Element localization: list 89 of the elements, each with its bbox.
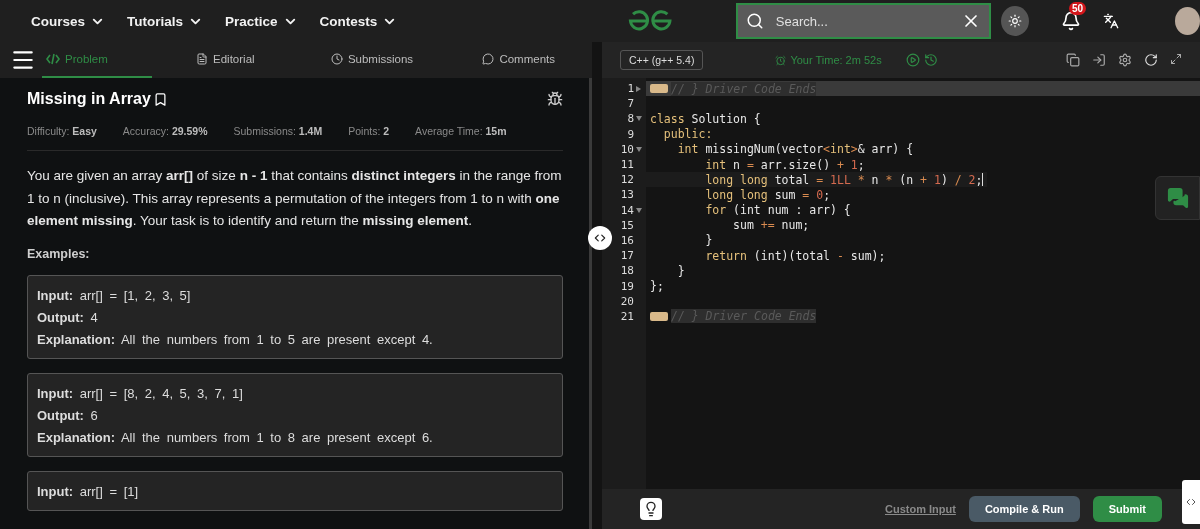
code-line: int n = arr.size() + 1; [704, 156, 866, 173]
login-icon[interactable] [1092, 53, 1106, 67]
chat-icon [1166, 187, 1189, 209]
line-number: 7 [627, 97, 634, 111]
fold-arrow-icon[interactable] [636, 207, 642, 213]
example-line: Output: 4 [37, 308, 99, 327]
chat-button[interactable] [1155, 176, 1200, 220]
code-line: return (int)(total - sum); [704, 248, 887, 264]
fold-arrow-icon[interactable] [636, 146, 642, 152]
translate-icon[interactable] [1102, 12, 1120, 30]
code-line: for (int num : arr) { [704, 202, 852, 218]
code-line: long long sum = 0; [704, 187, 832, 203]
fold-widget-icon[interactable] [650, 311, 668, 321]
line-number: 21 [620, 309, 634, 323]
nav-menu[interactable]: Courses [31, 13, 106, 29]
bug-icon[interactable] [547, 91, 563, 107]
fold-arrow-icon[interactable] [636, 85, 641, 92]
language-select[interactable]: C++ (g++ 5.4) [620, 50, 704, 70]
settings-icon[interactable] [1118, 53, 1132, 67]
problem-stat: Difficulty: Easy [27, 125, 97, 137]
arrows-icon [593, 231, 607, 245]
avatar[interactable] [1175, 7, 1200, 35]
arrows-icon [1185, 496, 1197, 508]
search-field[interactable]: Search... [735, 3, 991, 39]
submit-button[interactable]: Submit [1092, 496, 1162, 522]
code-icon [46, 53, 60, 65]
code-line: } [676, 263, 686, 279]
fold-widget-icon[interactable] [650, 84, 668, 94]
example-line: Output: 6 [37, 406, 99, 425]
tab[interactable]: Editorial [152, 42, 299, 78]
example-line: Input: arr[] = [8, 2, 4, 5, 3, 7, 1] [37, 384, 244, 403]
line-number: 8 [627, 112, 634, 126]
nav-menu[interactable]: Tutorials [127, 13, 204, 29]
tab[interactable]: Comments [445, 42, 592, 78]
line-number: 14 [620, 203, 634, 217]
clock-icon [330, 53, 343, 65]
problem-description: You are given an array arr[] of size n - 1 that contains distinct integers in the range from 1 to n (inclusive). This array represents a permutation of the integers from 1 to n with one element missing. Your task is to identify and return the missing element. [27, 167, 563, 230]
example-line: Explanation: All the numbers from 1 to 8 are present except 6. [37, 428, 434, 447]
search-icon [745, 12, 764, 30]
fold-arrow-icon[interactable] [636, 116, 642, 122]
line-number: 11 [620, 158, 634, 172]
alarm-icon [775, 54, 787, 66]
code-line: public: [662, 126, 714, 142]
play-icon[interactable] [905, 53, 920, 67]
example-line: Input: arr[] = [1, 2, 3, 5] [37, 286, 192, 305]
bookmark-icon[interactable] [152, 91, 168, 107]
line-number: 1 [627, 82, 634, 96]
line-number: 15 [620, 218, 634, 232]
code-line: }; [649, 278, 665, 294]
compile-run-button[interactable]: Compile & Run [968, 496, 1080, 522]
tab[interactable]: Problem [42, 42, 152, 78]
reset-timer-icon[interactable] [923, 53, 938, 67]
line-number: 17 [620, 249, 634, 263]
chat-icon [482, 53, 495, 65]
line-number: 18 [620, 264, 634, 278]
problem-stat: Accuracy: 29.59% [122, 125, 208, 137]
line-number: 10 [620, 142, 634, 156]
problem-stat: Points: 2 [348, 125, 390, 137]
sun-icon [1007, 14, 1022, 28]
line-number: 20 [620, 294, 634, 308]
code-line: int missingNum(vector<int>& arr) { [676, 141, 915, 157]
theme-toggle-button[interactable] [1000, 6, 1029, 36]
document-icon [196, 53, 209, 65]
line-number: 19 [620, 279, 634, 293]
problem-title: Missing in Array [27, 90, 151, 108]
refresh-icon[interactable] [1144, 53, 1158, 67]
bell-icon[interactable] [1060, 11, 1081, 31]
line-number: 12 [620, 173, 634, 187]
line-number: 9 [627, 127, 634, 141]
line-number: 16 [620, 233, 634, 247]
example-line: Input: arr[] = [1] [37, 482, 140, 501]
hint-button[interactable] [640, 498, 662, 520]
nav-menu[interactable]: Practice [225, 13, 298, 29]
problem-stat: Submissions: 1.4M [233, 125, 323, 137]
tab[interactable]: Submissions [298, 42, 446, 78]
code-line: class Solution { [649, 111, 762, 127]
custom-input-link[interactable]: Custom Input [885, 503, 956, 515]
examples-heading: Examples: [27, 246, 91, 261]
timer-text: Your Time: 2m 52s [790, 54, 882, 66]
copy-icon[interactable] [1066, 53, 1080, 67]
lightbulb-icon [643, 501, 659, 517]
line-number: 13 [620, 188, 634, 202]
nav-menu[interactable]: Contests [319, 13, 398, 29]
code-line: sum += num; [732, 217, 811, 233]
notification-count: 50 [1068, 2, 1087, 15]
problem-stat: Average Time: 15m [415, 125, 507, 137]
expand-icon[interactable] [1170, 53, 1182, 65]
example-line: Explanation: All the numbers from 1 to 5 are present except 4. [37, 330, 434, 349]
code-line: } [704, 232, 714, 249]
